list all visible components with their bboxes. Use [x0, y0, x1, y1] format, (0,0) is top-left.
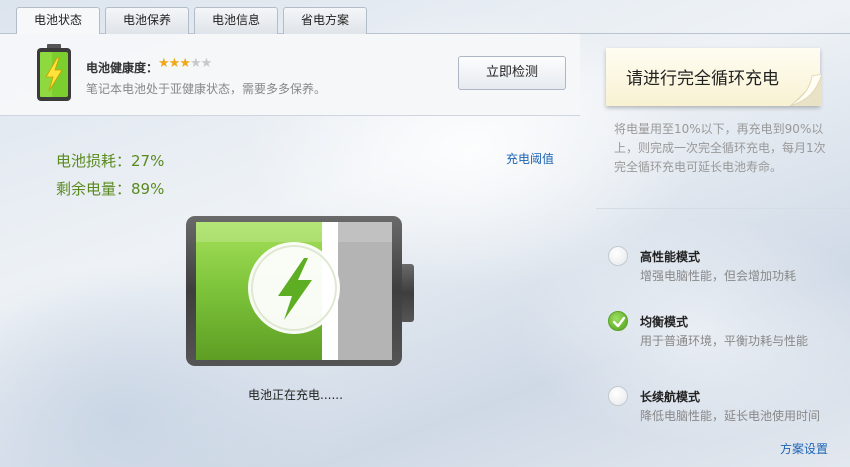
checkmark-icon — [612, 316, 626, 328]
page-curl-icon — [790, 74, 822, 106]
tab-power-saving[interactable]: 省电方案 — [283, 7, 367, 34]
mode-title-balanced: 均衡模式 — [640, 315, 689, 329]
charging-status-text: 电池正在充电...... — [248, 388, 343, 402]
mode-desc-high-performance: 增强电脑性能，但会增加功耗 — [640, 269, 797, 283]
health-description: 笔记本电池处于亚健康状态，需要多多保养。 — [86, 82, 327, 96]
lightning-bolt-icon — [248, 242, 340, 334]
mode-desc-balanced: 用于普通环境，平衡功耗与性能 — [640, 334, 809, 348]
detect-now-button[interactable]: 立即检测 — [458, 56, 566, 90]
tip-note: 请进行完全循环充电 — [606, 48, 822, 106]
tab-bar: 电池状态 电池保养 电池信息 省电方案 — [0, 0, 850, 35]
balanced-radio[interactable] — [608, 311, 628, 331]
mode-title-high-performance: 高性能模式 — [640, 250, 701, 264]
long-battery-radio[interactable] — [608, 386, 628, 406]
battery-health-icon — [37, 44, 71, 101]
right-panel: 请进行完全循环充电 将电量用至10%以下，再充电到90%以上，则完成一次完全循环… — [596, 34, 850, 467]
tab-battery-info[interactable]: 电池信息 — [194, 7, 278, 34]
tip-title: 请进行完全循环充电 — [626, 69, 779, 89]
divider — [596, 208, 850, 209]
high-performance-radio[interactable] — [608, 246, 628, 266]
star-filled-icon: ★ — [158, 56, 170, 71]
battery-loss-text: 电池损耗：27% — [56, 152, 165, 170]
health-label: 电池健康度： — [86, 61, 159, 75]
mode-title-long-battery: 长续航模式 — [640, 390, 701, 404]
health-panel: 电池健康度： ★★★★★ 笔记本电池处于亚健康状态，需要多多保养。 立即检测 — [0, 34, 580, 116]
tab-battery-care[interactable]: 电池保养 — [105, 7, 189, 34]
mode-desc-long-battery: 降低电脑性能，延长电池使用时间 — [640, 409, 821, 423]
health-rating-stars: ★★★★★ — [158, 56, 213, 71]
tab-battery-status[interactable]: 电池状态 — [16, 7, 100, 35]
star-filled-icon: ★ — [179, 56, 191, 71]
battery-gauge — [186, 216, 414, 366]
star-filled-icon: ★ — [168, 56, 181, 71]
scheme-settings-link[interactable]: 方案设置 — [780, 440, 828, 457]
tip-description: 将电量用至10%以下，再充电到90%以上，则完成一次完全循环充电，每月1次完全循… — [614, 122, 826, 174]
remaining-charge-text: 剩余电量：89% — [56, 180, 165, 198]
star-empty-icon: ★ — [189, 56, 202, 71]
star-empty-icon: ★ — [200, 56, 213, 71]
charge-threshold-link[interactable]: 充电阈值 — [506, 150, 554, 167]
